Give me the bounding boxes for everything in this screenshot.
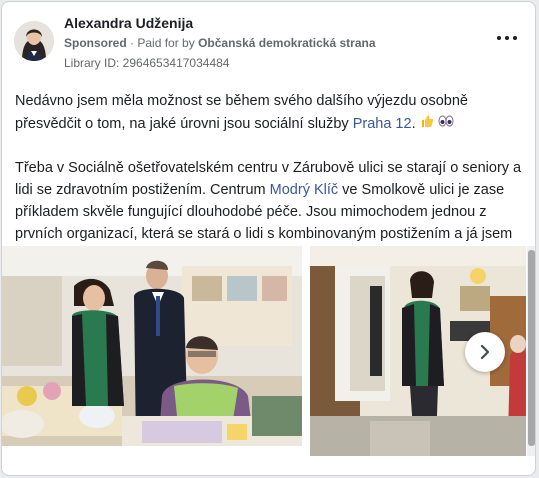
thumbs-up-emoji xyxy=(420,112,434,134)
carousel-next-button[interactable] xyxy=(465,332,505,372)
library-id: Library ID: 2964653417034484 xyxy=(64,56,230,70)
sponsored-label: Sponsored xyxy=(64,36,127,50)
author-name[interactable]: Alexandra Udženija xyxy=(64,15,193,31)
chevron-right-icon xyxy=(480,344,490,360)
more-options-icon-dot xyxy=(505,36,509,40)
eyes-emoji xyxy=(438,112,454,134)
paid-for-label: Paid for by xyxy=(137,36,195,50)
ad-card: Alexandra Udženija Sponsored · Paid for … xyxy=(1,1,536,476)
more-options-icon-dot xyxy=(513,36,517,40)
paragraph-1-end: . xyxy=(411,116,416,132)
paragraph-1: Nedávno jsem měla možnost se během svého… xyxy=(15,90,525,135)
payer-name[interactable]: Občanská demokratická strana xyxy=(198,36,375,50)
more-options-button[interactable] xyxy=(495,30,519,46)
more-options-icon xyxy=(497,36,501,40)
scrollbar-thumb[interactable] xyxy=(528,250,535,446)
post-text: Nedávno jsem měla možnost se během svého… xyxy=(15,90,525,267)
vertical-scrollbar[interactable] xyxy=(527,246,535,456)
author-avatar[interactable] xyxy=(14,21,54,61)
sponsor-line: Sponsored · Paid for by Občanská demokra… xyxy=(64,36,376,50)
modry-klic-link[interactable]: Modrý Klíč xyxy=(270,182,339,198)
praha12-link[interactable]: Praha 12 xyxy=(353,116,412,132)
carousel-image-1[interactable] xyxy=(2,246,302,446)
image-carousel[interactable] xyxy=(2,246,535,456)
